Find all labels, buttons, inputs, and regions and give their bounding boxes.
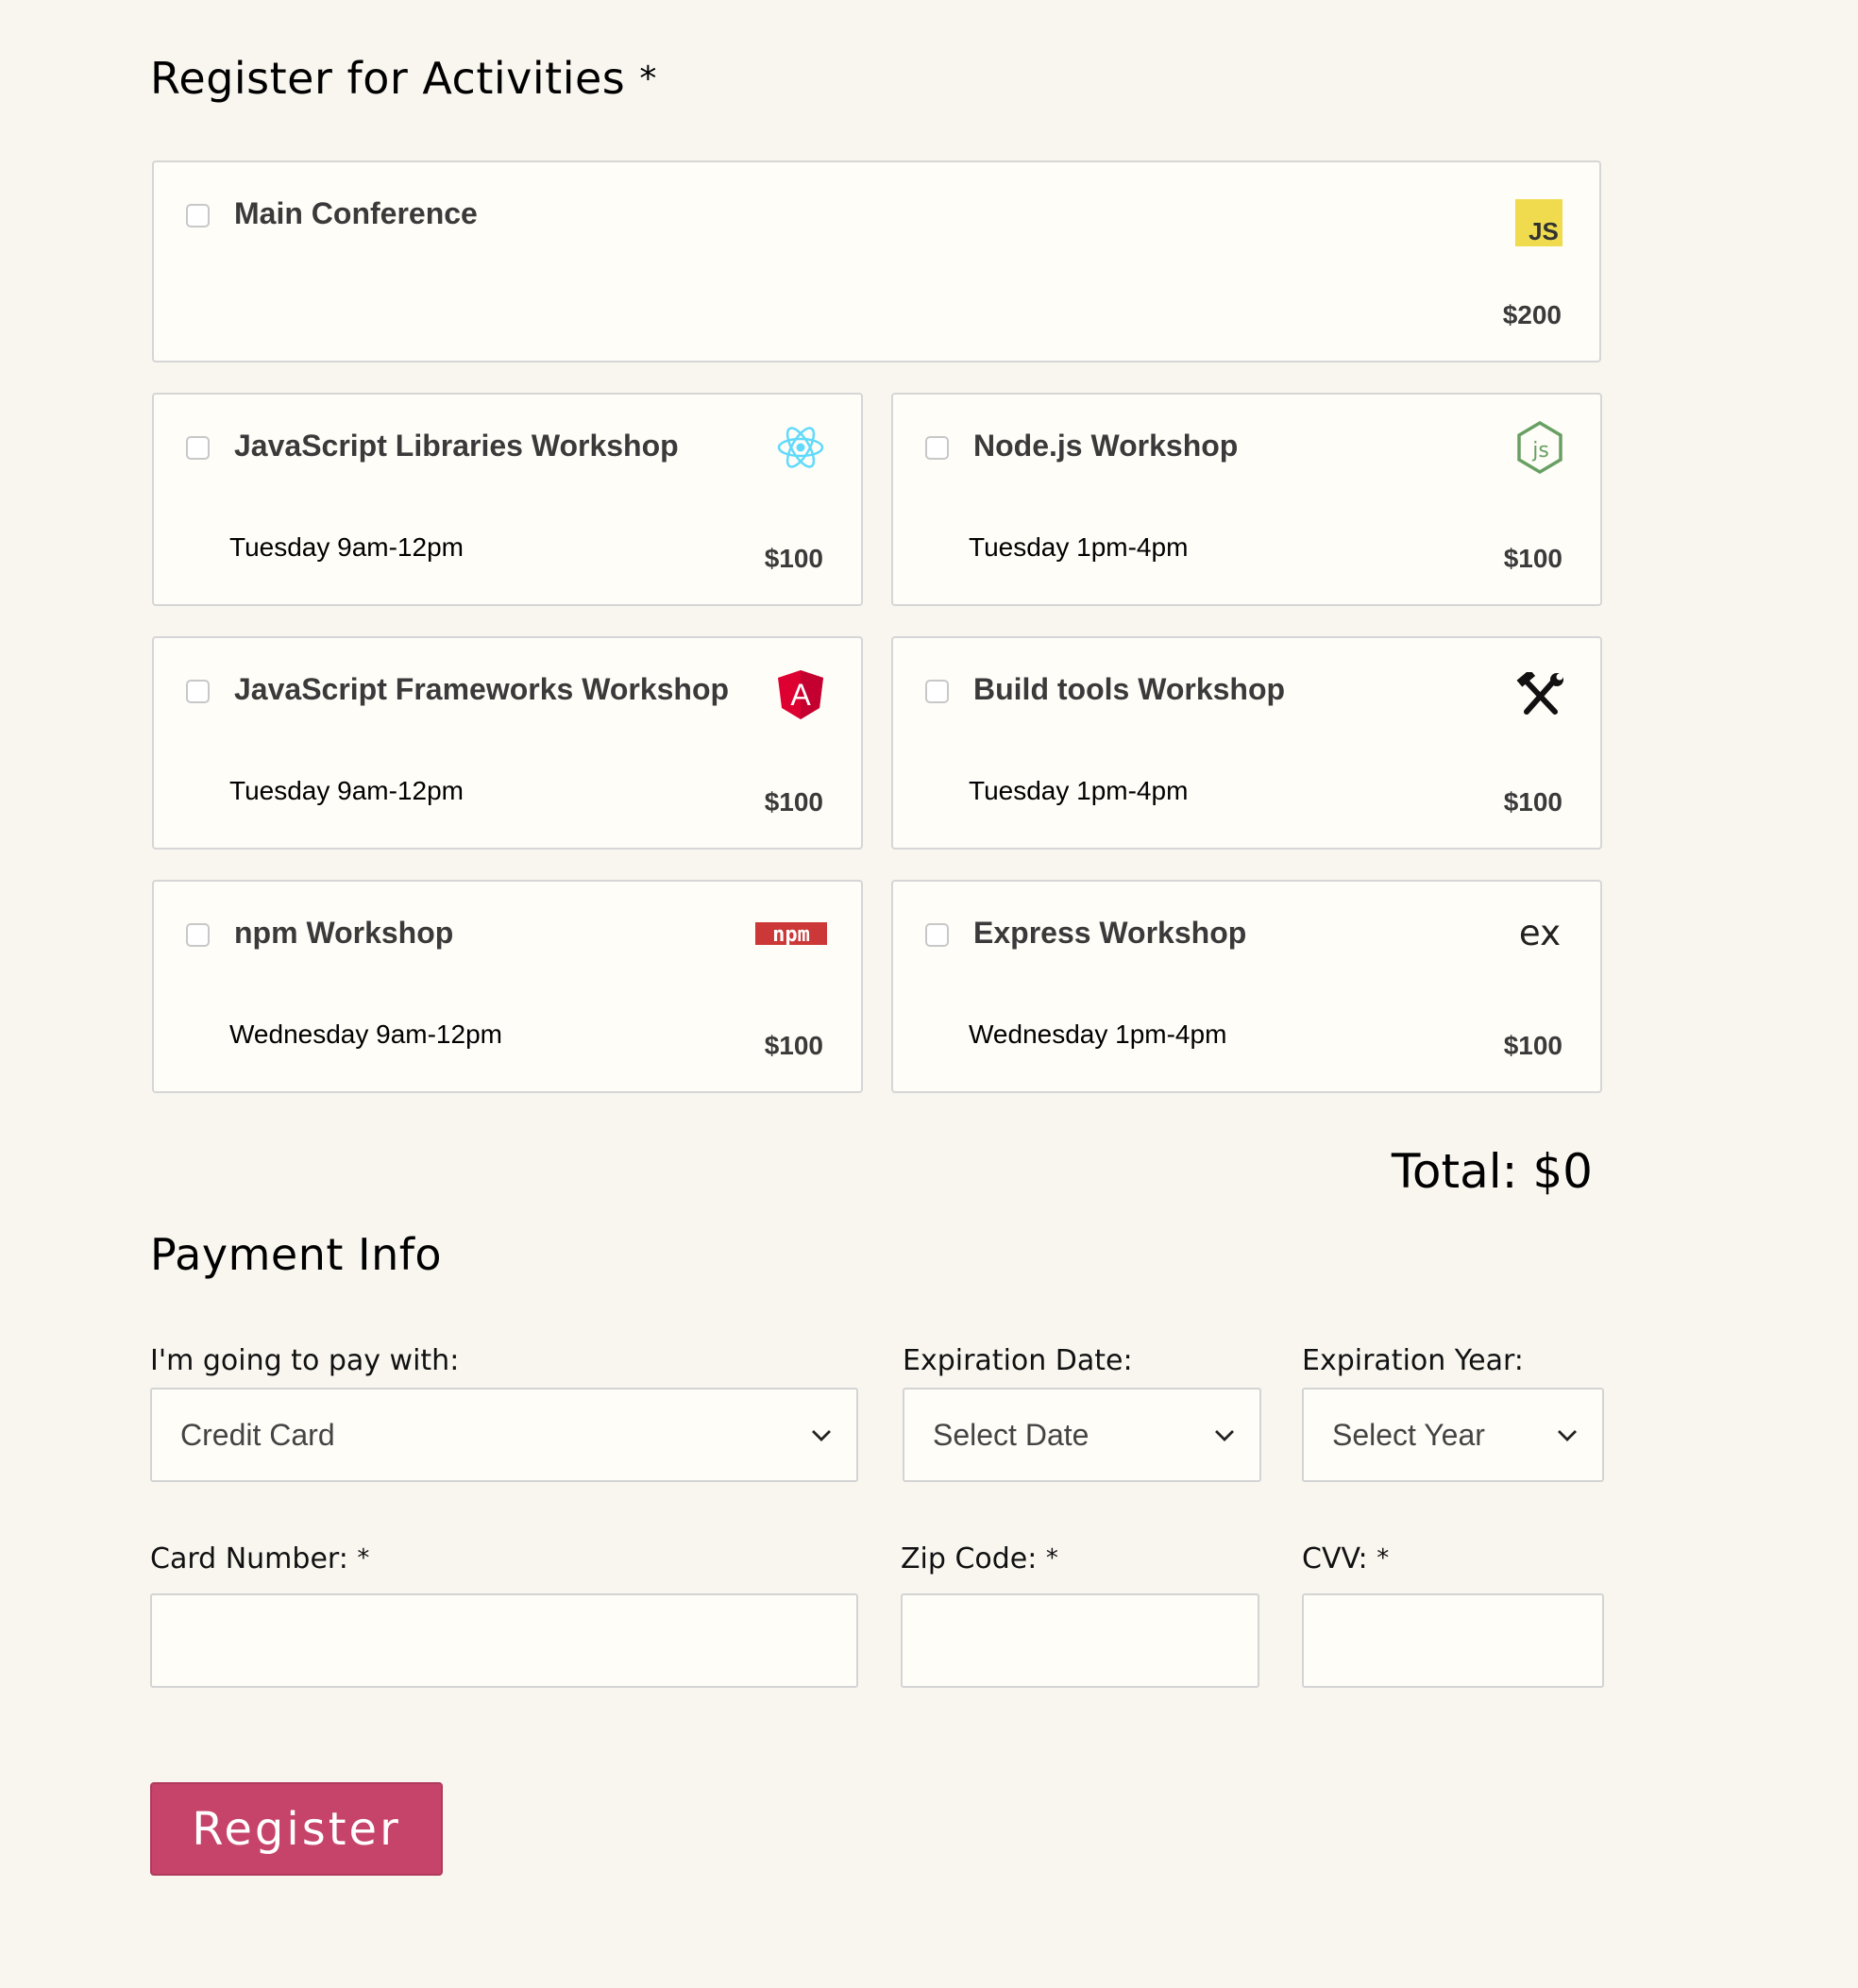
- required-mark: *: [1377, 1544, 1390, 1573]
- activities-heading: Register for Activities *: [150, 53, 657, 104]
- chevron-down-icon: [1558, 1430, 1577, 1441]
- nodejs-icon: js: [1515, 421, 1564, 474]
- payment-method-select[interactable]: Credit Card: [150, 1388, 858, 1482]
- activity-title: JavaScript Libraries Workshop: [234, 429, 679, 463]
- cvv-label-text: CVV:: [1302, 1542, 1368, 1575]
- activity-checkbox[interactable]: [925, 923, 949, 947]
- activity-card-js-libraries[interactable]: JavaScript Libraries Workshop Tuesday 9a…: [152, 393, 863, 606]
- activity-card-build-tools[interactable]: Build tools Workshop Tuesday 1pm-4pm $10…: [891, 636, 1602, 850]
- activity-checkbox[interactable]: [186, 923, 210, 947]
- svg-text:ex: ex: [1519, 916, 1561, 953]
- activity-price: $100: [764, 1031, 823, 1060]
- activity-title: npm Workshop: [234, 916, 454, 950]
- activity-checkbox[interactable]: [925, 680, 949, 703]
- activity-title: Build tools Workshop: [973, 672, 1286, 706]
- expiration-date-value: Select Date: [933, 1418, 1089, 1452]
- card-number-input[interactable]: [150, 1593, 858, 1688]
- activity-title: Main Conference: [234, 196, 478, 230]
- cvv-label: CVV: *: [1302, 1542, 1389, 1575]
- total-amount: Total: $0: [1391, 1144, 1593, 1199]
- activity-time: Tuesday 1pm-4pm: [969, 776, 1189, 805]
- react-icon: [776, 423, 825, 472]
- zip-code-label-text: Zip Code:: [901, 1542, 1038, 1575]
- register-button[interactable]: Register: [150, 1782, 443, 1876]
- activity-card-nodejs[interactable]: Node.js Workshop js Tuesday 1pm-4pm $100: [891, 393, 1602, 606]
- activity-price: $100: [1503, 1031, 1562, 1060]
- required-mark: *: [357, 1544, 370, 1573]
- expiration-date-select[interactable]: Select Date: [903, 1388, 1261, 1482]
- activity-price: $100: [1503, 787, 1562, 817]
- svg-text:A: A: [790, 678, 811, 712]
- activity-checkbox[interactable]: [925, 436, 949, 460]
- activity-card-main-conference[interactable]: Main Conference JS $200: [152, 160, 1601, 362]
- required-mark: *: [639, 59, 657, 98]
- chevron-down-icon: [812, 1430, 831, 1441]
- activity-price: $200: [1502, 300, 1562, 329]
- activities-heading-text: Register for Activities: [150, 53, 626, 104]
- expiration-year-value: Select Year: [1332, 1418, 1485, 1452]
- svg-text:js: js: [1531, 439, 1549, 463]
- activity-card-js-frameworks[interactable]: JavaScript Frameworks Workshop A Tuesday…: [152, 636, 863, 850]
- required-mark: *: [1045, 1544, 1058, 1573]
- activity-title: Express Workshop: [973, 916, 1247, 950]
- pay-with-label: I'm going to pay with:: [150, 1344, 460, 1377]
- npm-icon: npm: [755, 919, 827, 950]
- express-icon: ex: [1515, 910, 1564, 959]
- activity-time: Tuesday 9am-12pm: [229, 532, 464, 562]
- activity-card-npm[interactable]: npm Workshop npm Wednesday 9am-12pm $100: [152, 880, 863, 1093]
- javascript-icon: JS: [1514, 198, 1563, 247]
- payment-heading: Payment Info: [150, 1229, 443, 1280]
- activity-checkbox[interactable]: [186, 204, 210, 227]
- activity-title: JavaScript Frameworks Workshop: [234, 672, 730, 706]
- activity-price: $100: [764, 787, 823, 817]
- expiration-year-label: Expiration Year:: [1302, 1344, 1524, 1377]
- activity-checkbox[interactable]: [186, 680, 210, 703]
- expiration-year-select[interactable]: Select Year: [1302, 1388, 1604, 1482]
- activity-time: Tuesday 1pm-4pm: [969, 532, 1189, 562]
- card-number-label-text: Card Number:: [150, 1542, 348, 1575]
- activity-title: Node.js Workshop: [973, 429, 1239, 463]
- activity-price: $100: [1503, 544, 1562, 573]
- activity-time: Tuesday 9am-12pm: [229, 776, 464, 805]
- zip-code-input[interactable]: [901, 1593, 1259, 1688]
- activity-price: $100: [764, 544, 823, 573]
- payment-method-value: Credit Card: [180, 1418, 335, 1452]
- activity-time: Wednesday 9am-12pm: [229, 1019, 502, 1049]
- svg-text:JS: JS: [1529, 217, 1559, 245]
- svg-text:npm: npm: [772, 923, 810, 947]
- activity-checkbox[interactable]: [186, 436, 210, 460]
- expiration-date-label: Expiration Date:: [903, 1344, 1133, 1377]
- cvv-input[interactable]: [1302, 1593, 1604, 1688]
- hammer-wrench-icon: [1515, 670, 1564, 719]
- angular-icon: A: [776, 670, 825, 719]
- activity-card-express[interactable]: Express Workshop ex Wednesday 1pm-4pm $1…: [891, 880, 1602, 1093]
- chevron-down-icon: [1215, 1430, 1234, 1441]
- card-number-label: Card Number: *: [150, 1542, 369, 1575]
- zip-code-label: Zip Code: *: [901, 1542, 1058, 1575]
- activity-time: Wednesday 1pm-4pm: [969, 1019, 1227, 1049]
